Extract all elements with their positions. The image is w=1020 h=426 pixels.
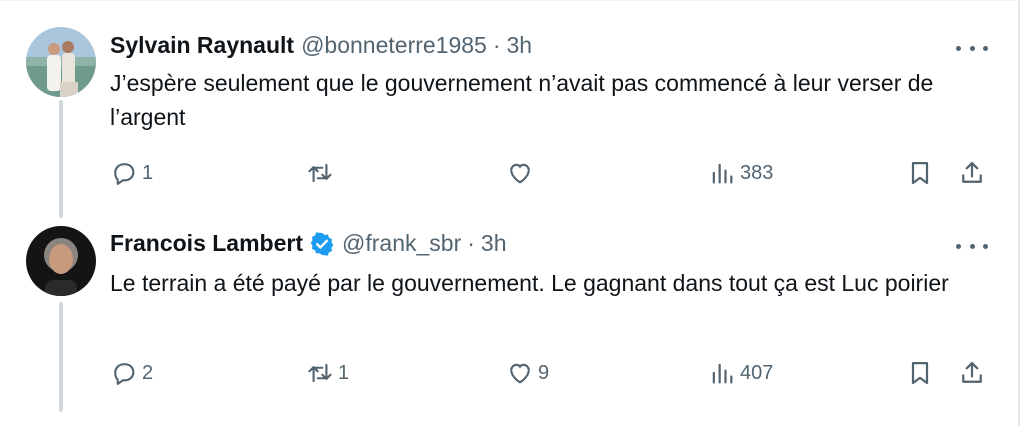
retweet-icon [308,163,332,183]
timestamp[interactable]: 3h [507,32,533,59]
author-handle[interactable]: @bonneterre1985 [301,32,487,59]
heart-icon [510,363,530,384]
views-button[interactable]: 407 [708,358,773,388]
tweet[interactable]: Sylvain Raynault @bonneterre1985 · 3h J’… [0,0,1018,218]
tweet[interactable]: Francois Lambert @frank_sbr · 3h Le terr… [0,210,1018,426]
timestamp[interactable]: 3h [481,230,507,257]
share-icon [962,161,982,183]
author-handle[interactable]: @frank_sbr [342,230,461,257]
like-button[interactable] [506,158,538,188]
avatar-image [26,226,96,296]
retweet-button[interactable]: 1 [306,358,349,388]
tweet-text: J’espère seulement que le gouvernement n… [110,70,934,130]
views-button[interactable]: 383 [708,158,773,188]
share-button[interactable] [958,358,986,388]
tweet-header: Francois Lambert @frank_sbr · 3h [110,230,507,257]
bookmark-button[interactable] [906,358,934,388]
share-button[interactable] [958,158,986,188]
bookmark-icon [911,161,929,185]
reply-count: 2 [142,361,154,384]
author-name[interactable]: Sylvain Raynault [110,32,294,59]
more-options-icon[interactable] [956,236,988,256]
views-chart-icon [712,163,733,184]
retweet-icon [308,363,332,383]
more-options-icon[interactable] [956,38,988,58]
tweet-actions: 2 1 9 407 [110,358,990,388]
view-count: 407 [740,361,774,384]
share-icon [962,361,982,383]
avatar[interactable] [26,226,96,296]
thread-line [59,100,63,218]
reply-button[interactable]: 1 [110,158,153,188]
retweet-button[interactable] [306,158,338,188]
tweet-actions: 1 383 [110,158,990,188]
reply-icon [114,363,135,385]
verified-badge-icon[interactable] [309,231,335,257]
retweet-count: 1 [338,361,350,384]
like-count: 9 [538,361,550,384]
heart-icon [510,163,530,184]
reply-button[interactable]: 2 [110,358,153,388]
separator-dot: · [492,32,501,58]
avatar-image [26,27,96,97]
bookmark-icon [911,361,929,385]
view-count: 383 [740,161,774,184]
separator-dot: · [467,230,475,256]
views-chart-icon [712,363,733,384]
author-name[interactable]: Francois Lambert [110,230,303,257]
tweet-header: Sylvain Raynault @bonneterre1985 · 3h [110,32,532,59]
tweet-text: Le terrain a été payé par le gouvernemen… [110,270,949,296]
thread-line [59,302,63,412]
reply-count: 1 [142,161,154,184]
reply-icon [114,163,135,185]
bookmark-button[interactable] [906,158,934,188]
like-button[interactable]: 9 [506,358,549,388]
avatar[interactable] [26,27,96,97]
